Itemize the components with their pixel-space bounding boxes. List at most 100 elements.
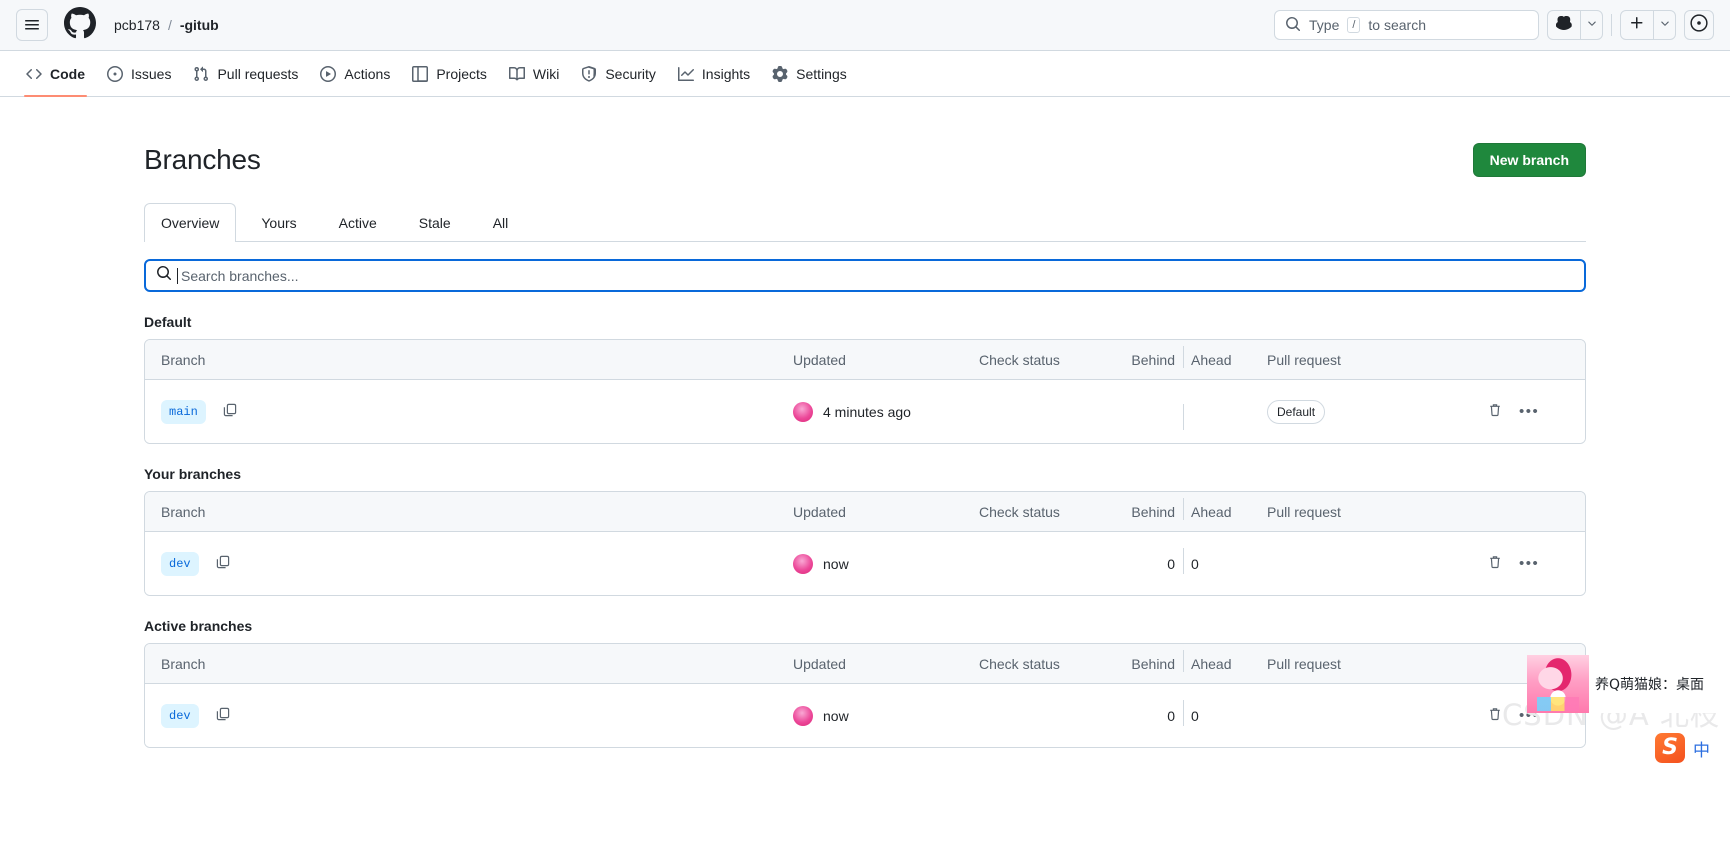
table-row: dev now 0 0 ••• <box>145 684 1585 747</box>
cell-behind: 0 <box>1167 555 1175 572</box>
updated-time: 4 minutes ago <box>823 403 911 420</box>
copy-branch-name-button[interactable] <box>222 402 238 421</box>
tab-active[interactable]: Active <box>322 203 394 242</box>
page-header: Branches New branch <box>144 143 1586 177</box>
gear-icon <box>772 65 788 82</box>
copy-branch-name-button[interactable] <box>215 554 231 573</box>
github-logo-button[interactable] <box>64 6 96 44</box>
section-title-your-branches: Your branches <box>144 466 241 482</box>
branch-filter-tabs: Overview Yours Active Stale All <box>144 203 1586 242</box>
copy-icon <box>215 554 231 573</box>
column-header-pull-request: Pull request <box>1267 503 1341 520</box>
updated-time: now <box>823 707 849 724</box>
tab-overview[interactable]: Overview <box>144 203 237 242</box>
branch-name-link[interactable]: dev <box>161 703 199 728</box>
column-header-behind: Behind <box>1131 351 1175 368</box>
create-new-dropdown-button[interactable] <box>1653 11 1675 39</box>
create-new-split-button[interactable] <box>1620 10 1676 40</box>
row-options-button[interactable]: ••• <box>1519 404 1539 419</box>
play-icon <box>320 65 337 82</box>
branch-search-input[interactable]: Search branches... <box>144 259 1586 292</box>
code-icon <box>26 66 42 82</box>
repo-tab-label: Projects <box>436 65 487 82</box>
new-branch-button[interactable]: New branch <box>1472 143 1586 177</box>
global-search-placeholder-suffix: to search <box>1368 17 1427 33</box>
copilot-dropdown-button[interactable] <box>1580 11 1602 39</box>
cell-ahead: 0 <box>1183 699 1237 726</box>
copilot-split-button[interactable] <box>1547 10 1603 40</box>
repo-tab-projects[interactable]: Projects <box>402 51 497 96</box>
cell-updated: 4 minutes ago <box>793 401 979 422</box>
delete-branch-button[interactable] <box>1487 706 1503 725</box>
column-header-check-status: Check status <box>979 351 1060 368</box>
repo-tab-issues[interactable]: Issues <box>97 51 181 96</box>
ad-popup-text: 养Q萌猫娘：桌面 <box>1595 677 1705 693</box>
breadcrumb-owner[interactable]: pcb178 <box>114 17 160 33</box>
table-header-row: Branch Updated Check status Behind Ahead… <box>145 644 1585 684</box>
column-header-behind: Behind <box>1131 503 1175 520</box>
ad-popup[interactable]: 养Q萌猫娘：桌面 <box>1527 655 1730 713</box>
repo-tab-wiki[interactable]: Wiki <box>499 51 569 96</box>
tab-all[interactable]: All <box>476 203 526 242</box>
breadcrumb-repo[interactable]: -gitub <box>180 17 219 33</box>
anime-girl-thumbnail-icon <box>1527 655 1589 713</box>
cell-branch: main <box>145 399 793 424</box>
breadcrumb: pcb178 / -gitub <box>114 17 219 33</box>
user-avatar-button[interactable] <box>1684 10 1714 40</box>
branches-table-default: Branch Updated Check status Behind Ahead… <box>144 339 1586 444</box>
branch-name-link[interactable]: main <box>161 399 206 424</box>
global-search-input[interactable]: Type / to search <box>1274 10 1539 40</box>
copy-branch-name-button[interactable] <box>215 706 231 725</box>
table-row: main 4 minutes ago Default ••• <box>145 380 1585 443</box>
trash-icon <box>1487 554 1503 573</box>
chevron-down-icon <box>1659 16 1671 34</box>
branches-table-your-branches: Branch Updated Check status Behind Ahead… <box>144 491 1586 596</box>
user-avatar-icon <box>1690 13 1708 37</box>
repo-tab-pull-requests[interactable]: Pull requests <box>183 51 308 96</box>
branch-name-link[interactable]: dev <box>161 551 199 576</box>
sogou-ime-indicator[interactable]: S 中 <box>1655 733 1710 763</box>
global-search-placeholder-prefix: Type <box>1309 17 1340 33</box>
column-header-updated: Updated <box>793 351 846 368</box>
column-header-ahead: Ahead <box>1183 497 1237 520</box>
search-icon <box>156 265 172 286</box>
trash-icon <box>1487 706 1503 725</box>
trash-icon <box>1487 402 1503 421</box>
repository-nav: Code Issues Pull requests Actions Projec… <box>0 51 1730 97</box>
delete-branch-button[interactable] <box>1487 554 1503 573</box>
repo-tab-insights[interactable]: Insights <box>668 51 760 96</box>
cell-actions: ••• <box>1475 554 1585 573</box>
user-avatar-icon <box>793 705 813 726</box>
row-options-button[interactable]: ••• <box>1519 556 1539 571</box>
repo-tab-actions[interactable]: Actions <box>310 51 400 96</box>
tab-yours[interactable]: Yours <box>244 203 313 242</box>
column-header-branch: Branch <box>161 351 206 368</box>
ime-mode-label[interactable]: 中 <box>1693 736 1710 761</box>
graph-icon <box>677 66 694 82</box>
repo-tab-code[interactable]: Code <box>16 51 95 97</box>
tab-stale[interactable]: Stale <box>402 203 468 242</box>
cell-branch: dev <box>145 551 793 576</box>
section-title-active-branches: Active branches <box>144 618 253 634</box>
delete-branch-button[interactable] <box>1487 402 1503 421</box>
cell-actions: ••• <box>1475 402 1585 421</box>
sogou-ime-icon: S <box>1655 733 1685 763</box>
hamburger-icon <box>24 17 40 33</box>
global-search-shortcut-key: / <box>1347 17 1361 33</box>
repo-tab-security[interactable]: Security <box>571 51 666 96</box>
section-title-default: Default <box>144 314 192 330</box>
repo-tab-settings[interactable]: Settings <box>762 51 857 96</box>
column-header-updated: Updated <box>793 503 846 520</box>
cell-pull-request: Default <box>1237 399 1475 424</box>
cell-updated: now <box>793 553 979 574</box>
hamburger-menu-button[interactable] <box>16 9 48 41</box>
repo-tab-label: Issues <box>131 65 172 82</box>
copilot-icon <box>1556 15 1572 36</box>
create-new-button[interactable] <box>1621 11 1653 39</box>
header-actions: Type / to search <box>1274 10 1714 40</box>
copilot-button[interactable] <box>1548 11 1580 39</box>
column-header-ahead: Ahead <box>1183 345 1237 368</box>
cell-behind: 0 <box>1167 707 1175 724</box>
repo-tab-label: Security <box>605 65 656 82</box>
plus-icon <box>1629 15 1645 36</box>
